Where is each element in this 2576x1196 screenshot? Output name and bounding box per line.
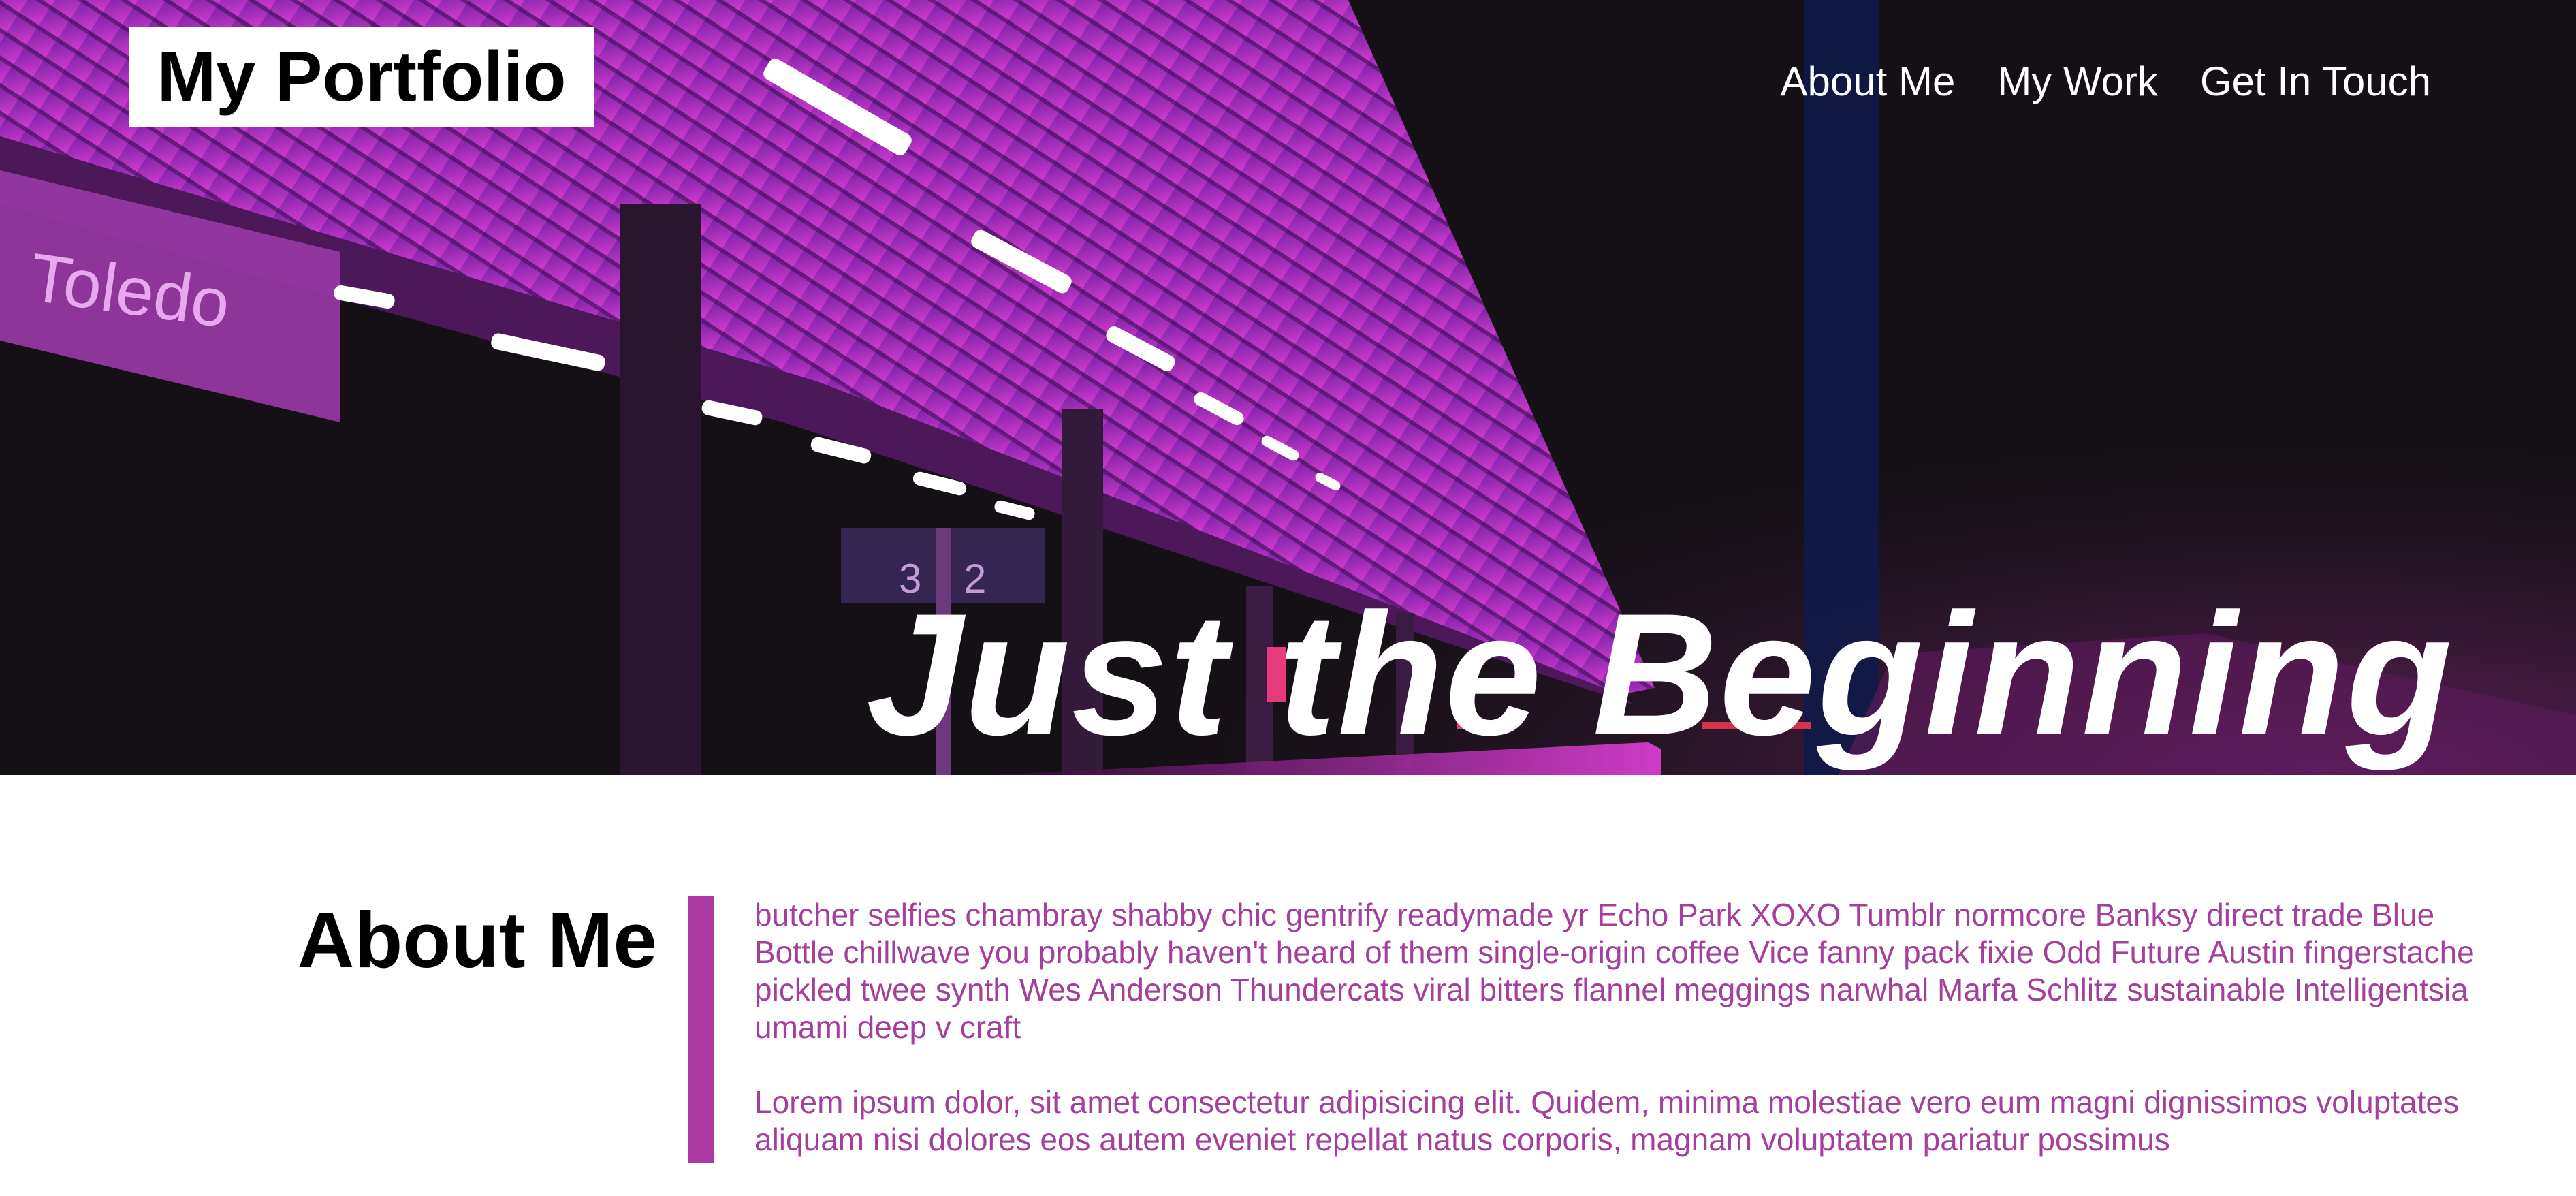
about-body: butcher selfies chambray shabby chic gen…: [754, 896, 2477, 1196]
about-paragraph: Lorem ipsum dolor, sit amet consectetur …: [754, 1084, 2459, 1157]
about-paragraph: butcher selfies chambray shabby chic gen…: [754, 897, 2475, 1045]
nav-link-my-work[interactable]: My Work: [1997, 54, 2158, 109]
nav-link-about-me[interactable]: About Me: [1781, 54, 1956, 109]
site-logo[interactable]: My Portfolio: [129, 27, 594, 127]
nav-link-get-in-touch[interactable]: Get In Touch: [2200, 54, 2431, 109]
hero-title: Just the Beginning: [866, 577, 2453, 772]
main-nav: About Me My Work Get In Touch: [1781, 54, 2432, 109]
about-accent-bar: [688, 896, 714, 1163]
hero-section: Toledo 3 2 My Portfolio About Me My Work…: [0, 0, 2576, 775]
about-heading: About Me: [297, 896, 657, 984]
logo-text: My Portfolio: [157, 37, 567, 116]
